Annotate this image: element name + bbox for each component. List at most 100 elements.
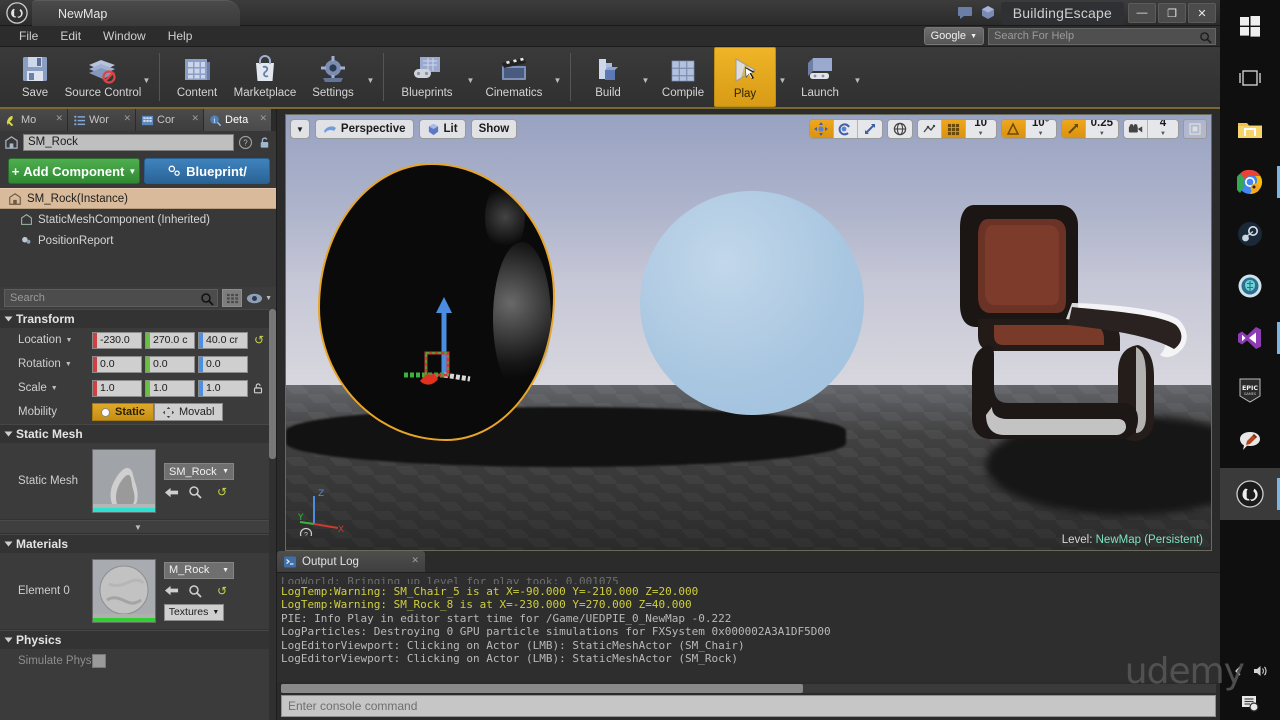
rotation-x-input[interactable]: 0.0 — [92, 355, 142, 373]
revert-icon[interactable]: ↺ — [217, 485, 227, 499]
minimize-button[interactable]: — — [1128, 3, 1156, 23]
actor-name-input[interactable]: SM_Rock — [23, 133, 234, 151]
tab-modes[interactable]: Mo ✕ — [0, 109, 68, 131]
close-icon[interactable]: ✕ — [191, 113, 199, 124]
cinematics-dropdown-caret[interactable]: ▼ — [551, 47, 564, 107]
toolbar-launch-button[interactable]: Launch — [789, 47, 851, 107]
toolbar-settings-button[interactable]: Settings — [302, 47, 364, 107]
camera-speed-value[interactable]: 4 ▼ — [1148, 120, 1178, 138]
maximize-viewport-button[interactable] — [1183, 119, 1207, 139]
display-grid-toggle[interactable] — [222, 289, 243, 307]
translate-mode-button[interactable] — [809, 120, 834, 138]
blueprint-button[interactable]: Blueprint/ — [144, 158, 270, 184]
static-mesh-expander[interactable]: ▼ — [0, 520, 276, 534]
close-icon[interactable]: ✕ — [259, 113, 267, 124]
transform-gizmo[interactable] — [382, 275, 492, 385]
build-dropdown-caret[interactable]: ▼ — [639, 47, 652, 107]
steam-button[interactable] — [1220, 208, 1280, 260]
toolbar-build-button[interactable]: Build — [577, 47, 639, 107]
toolbar-marketplace-button[interactable]: Marketplace — [228, 47, 302, 107]
add-component-button[interactable]: + Add Component ▼ — [8, 158, 140, 184]
search-provider-dropdown[interactable]: Google ▼ — [923, 27, 984, 45]
scale-y-input[interactable]: 1.0 — [145, 379, 195, 397]
level-viewport[interactable]: Z X Y ? ▼ Perspective Lit Show 10 ▼ 10° … — [285, 114, 1212, 551]
chrome-button[interactable] — [1220, 156, 1280, 208]
textures-button[interactable]: Textures ▼ — [164, 603, 224, 621]
scale-snap-value[interactable]: 0.25 ▼ — [1086, 120, 1118, 138]
task-view-button[interactable] — [1220, 52, 1280, 104]
revert-icon[interactable]: ↺ — [254, 333, 264, 347]
toolbar-blueprints-button[interactable]: Blueprints — [390, 47, 464, 107]
section-transform-header[interactable]: Transform — [0, 309, 276, 328]
tab-world-outliner[interactable]: Wor ✕ — [68, 109, 136, 131]
section-static-mesh-header[interactable]: Static Mesh — [0, 424, 276, 443]
settings-dropdown-caret[interactable]: ▼ — [364, 47, 377, 107]
details-search-input[interactable]: Search — [4, 289, 219, 307]
material-thumbnail[interactable] — [92, 559, 156, 623]
location-y-input[interactable]: 270.0 c — [145, 331, 195, 349]
close-icon[interactable]: ✕ — [411, 555, 419, 566]
mobility-movable-button[interactable]: Movabl — [153, 403, 224, 421]
source-control-dropdown-caret[interactable]: ▼ — [140, 47, 153, 107]
help-search-input[interactable]: Search For Help — [988, 27, 1216, 45]
menu-window[interactable]: Window — [92, 26, 157, 47]
world-space-button[interactable] — [888, 120, 912, 138]
browse-asset-icon[interactable] — [188, 584, 202, 598]
rotation-y-input[interactable]: 0.0 — [145, 355, 195, 373]
static-mesh-thumbnail[interactable] — [92, 449, 156, 513]
scale-z-input[interactable]: 1.0 — [198, 379, 248, 397]
chevron-down-icon[interactable]: ▼ — [51, 385, 58, 392]
close-icon[interactable]: ✕ — [55, 113, 63, 124]
browse-asset-icon[interactable] — [188, 485, 202, 499]
menu-file[interactable]: File — [8, 26, 49, 47]
component-row-staticmesh[interactable]: StaticMeshComponent (Inherited) — [0, 209, 276, 230]
angle-snap-toggle[interactable] — [1001, 120, 1026, 138]
sky-sphere-object[interactable] — [640, 191, 864, 415]
output-log-body[interactable]: LogWorld: Bringing up level for play too… — [277, 572, 1220, 682]
component-row-instance[interactable]: SM_Rock(Instance) — [0, 188, 276, 209]
toolbar-source-control-button[interactable]: Source Control — [65, 47, 141, 107]
scale-x-input[interactable]: 1.0 — [92, 379, 142, 397]
chevron-down-icon[interactable]: ▼ — [65, 361, 72, 368]
rotation-z-input[interactable]: 0.0 — [198, 355, 248, 373]
angle-snap-value[interactable]: 10° ▼ — [1026, 120, 1056, 138]
toolbar-content-button[interactable]: Content — [166, 47, 228, 107]
brain-app-button[interactable] — [1220, 260, 1280, 312]
chevron-down-icon[interactable]: ▼ — [65, 337, 72, 344]
ue-cube-icon[interactable] — [979, 4, 997, 22]
viewport-options-button[interactable]: ▼ — [290, 119, 310, 139]
lock-icon[interactable] — [257, 135, 272, 150]
use-selected-arrow-icon[interactable] — [164, 584, 179, 597]
rotate-mode-button[interactable] — [834, 120, 858, 138]
volume-icon[interactable] — [1252, 664, 1268, 678]
use-selected-arrow-icon[interactable] — [164, 486, 179, 499]
toolbar-save-button[interactable]: Save — [4, 47, 66, 107]
details-scrollbar-thumb[interactable] — [269, 309, 276, 459]
level-tab[interactable]: NewMap — [32, 0, 240, 26]
epic-games-button[interactable]: EPIC GAMES — [1220, 364, 1280, 416]
section-materials-header[interactable]: Materials — [0, 534, 276, 553]
grid-snap-value[interactable]: 10 ▼ — [966, 120, 996, 138]
revert-icon[interactable]: ↺ — [217, 584, 227, 598]
output-log-hscrollbar-track[interactable] — [281, 684, 1216, 693]
close-icon[interactable]: ✕ — [123, 113, 131, 124]
scale-mode-button[interactable] — [858, 120, 882, 138]
camera-speed-button[interactable] — [1124, 120, 1148, 138]
maximize-button[interactable]: ❐ — [1158, 3, 1186, 23]
output-log-hscrollbar-thumb[interactable] — [281, 684, 803, 693]
tab-content-browser[interactable]: Cor ✕ — [136, 109, 204, 131]
lock-ratio-icon[interactable] — [251, 381, 265, 395]
console-command-input[interactable]: Enter console command — [281, 695, 1216, 717]
play-dropdown-caret[interactable]: ▼ — [776, 47, 789, 107]
component-row-positionreport[interactable]: PositionReport — [0, 230, 276, 251]
visual-studio-button[interactable] — [1220, 312, 1280, 364]
viewport-show-button[interactable]: Show — [470, 119, 518, 139]
details-scrollbar-track[interactable] — [269, 309, 276, 720]
tab-details[interactable]: i Deta ✕ — [204, 109, 272, 131]
menu-edit[interactable]: Edit — [49, 26, 92, 47]
feedback-icon[interactable] — [957, 4, 975, 22]
location-x-input[interactable]: -230.0 — [92, 331, 142, 349]
simulate-physics-checkbox[interactable] — [92, 654, 106, 668]
section-physics-header[interactable]: Physics — [0, 630, 276, 649]
unreal-engine-button[interactable] — [1220, 468, 1280, 520]
